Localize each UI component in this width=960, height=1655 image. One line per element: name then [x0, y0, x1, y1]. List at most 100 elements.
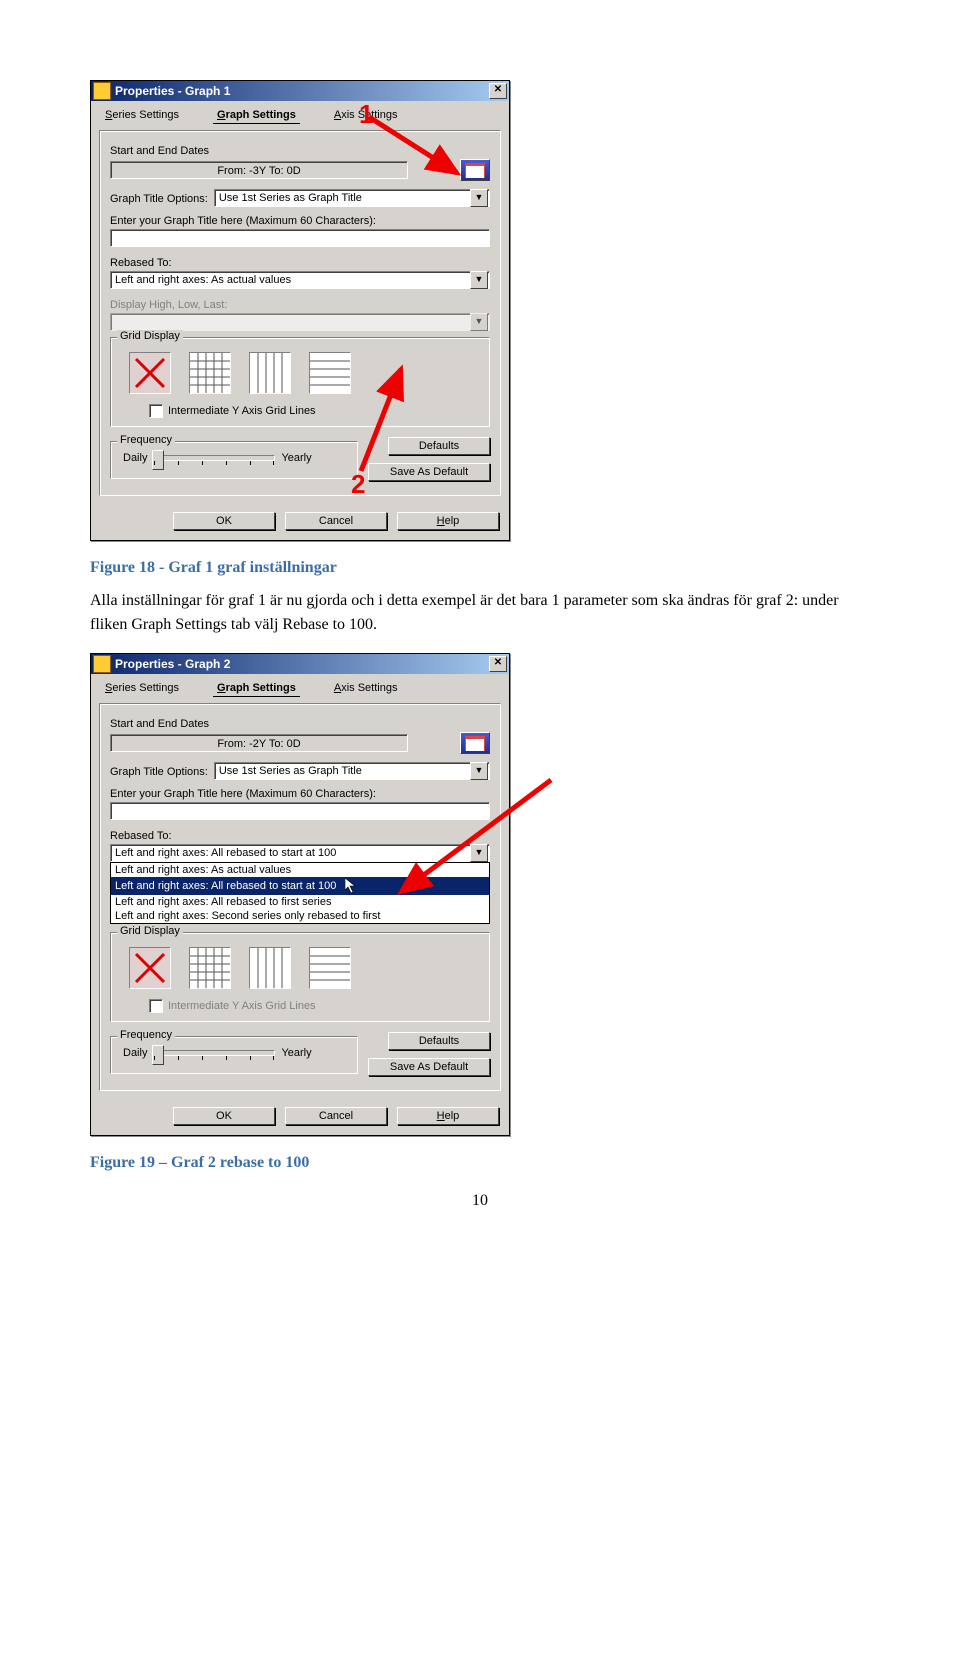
cancel-button[interactable]: Cancel	[285, 512, 387, 530]
figure-19-caption: Figure 19 – Graf 2 rebase to 100	[90, 1154, 870, 1172]
tab-row: Series Settings Graph Settings Axis Sett…	[91, 101, 509, 124]
rebased-option[interactable]: Left and right axes: All rebased to firs…	[111, 895, 489, 909]
freq-right-label: Yearly	[281, 452, 311, 464]
properties-dialog-graph1: Properties - Graph 1 ✕ Series Settings G…	[90, 80, 510, 541]
titlebar[interactable]: Properties - Graph 1 ✕	[91, 81, 509, 101]
tab-graph[interactable]: Graph Settings	[213, 680, 300, 697]
calendar-icon	[465, 736, 485, 751]
grid-display-group: Grid Display	[110, 932, 490, 1022]
ok-button[interactable]: OK	[173, 512, 275, 530]
frequency-label: Frequency	[117, 1029, 175, 1041]
help-button[interactable]: Help	[397, 512, 499, 530]
grid-both-button[interactable]	[189, 352, 231, 394]
checkbox-icon	[149, 999, 163, 1013]
window-title: Properties - Graph 1	[115, 84, 230, 98]
grid-horizontal-button[interactable]	[309, 947, 351, 989]
freq-left-label: Daily	[123, 452, 147, 464]
save-default-button[interactable]: Save As Default	[368, 1058, 490, 1076]
grid-vertical-button[interactable]	[249, 352, 291, 394]
app-icon	[93, 655, 111, 673]
defaults-button[interactable]: Defaults	[388, 1032, 490, 1050]
title-opts-value: Use 1st Series as Graph Title	[219, 189, 362, 207]
rebased-option[interactable]: Left and right axes: As actual values	[111, 863, 489, 877]
frequency-slider[interactable]	[153, 455, 275, 461]
app-icon	[93, 82, 111, 100]
hilo-label: Display High, Low, Last:	[110, 299, 490, 311]
frequency-group: Frequency Daily Yearly	[110, 1036, 358, 1074]
frequency-group: Frequency Daily Yearly	[110, 441, 358, 479]
start-end-label: Start and End Dates	[110, 145, 490, 157]
close-icon[interactable]: ✕	[489, 656, 507, 672]
tab-axis[interactable]: Axis Settings	[330, 680, 402, 697]
settings-panel: Start and End Dates From: -2Y To: 0D Gra…	[99, 703, 501, 1091]
save-default-button[interactable]: Save As Default	[368, 463, 490, 481]
hilo-combo: ▼	[110, 313, 490, 331]
freq-right-label: Yearly	[281, 1047, 311, 1059]
chevron-down-icon: ▼	[470, 762, 488, 780]
date-picker-button[interactable]	[460, 732, 490, 754]
page-number: 10	[90, 1192, 870, 1210]
enter-title-label: Enter your Graph Title here (Maximum 60 …	[110, 788, 490, 800]
chevron-down-icon: ▼	[470, 844, 488, 862]
slider-thumb[interactable]	[152, 1045, 164, 1065]
graph-title-input[interactable]	[110, 229, 490, 247]
tab-series[interactable]: Series Settings	[101, 680, 183, 697]
grid-vertical-button[interactable]	[249, 947, 291, 989]
tab-graph[interactable]: Graph Settings	[213, 107, 300, 124]
start-end-value: From: -3Y To: 0D	[110, 161, 408, 179]
rebased-option[interactable]: Left and right axes: Second series only …	[111, 909, 489, 923]
dialog-footer: OK Cancel Help	[91, 1097, 509, 1135]
rebased-value: Left and right axes: As actual values	[115, 271, 291, 289]
calendar-icon	[465, 163, 485, 178]
grid-display-label: Grid Display	[117, 925, 183, 937]
defaults-button[interactable]: Defaults	[388, 437, 490, 455]
close-icon[interactable]: ✕	[489, 83, 507, 99]
annotation-1: 1	[359, 99, 373, 130]
title-opts-label: Graph Title Options:	[110, 193, 208, 205]
grid-none-button[interactable]	[129, 947, 171, 989]
intermediate-checkbox: Intermediate Y Axis Grid Lines	[119, 993, 481, 1013]
start-end-value: From: -2Y To: 0D	[110, 734, 408, 752]
rebased-option-selected[interactable]: Left and right axes: All rebased to star…	[111, 877, 489, 895]
frequency-label: Frequency	[117, 434, 175, 446]
tab-row: Series Settings Graph Settings Axis Sett…	[91, 674, 509, 697]
settings-panel: Start and End Dates From: -3Y To: 0D Gra…	[99, 130, 501, 496]
slider-thumb[interactable]	[152, 450, 164, 470]
grid-display-group: Grid Display	[110, 337, 490, 427]
freq-left-label: Daily	[123, 1047, 147, 1059]
rebased-label: Rebased To:	[110, 830, 490, 842]
frequency-slider[interactable]	[153, 1050, 275, 1056]
cancel-button[interactable]: Cancel	[285, 1107, 387, 1125]
dialog-footer: OK Cancel Help	[91, 502, 509, 540]
title-opts-label: Graph Title Options:	[110, 766, 208, 778]
graph-title-input[interactable]	[110, 802, 490, 820]
chevron-down-icon: ▼	[470, 271, 488, 289]
title-opts-combo[interactable]: Use 1st Series as Graph Title ▼	[214, 189, 490, 207]
intermediate-checkbox[interactable]: Intermediate Y Axis Grid Lines	[119, 398, 481, 418]
tab-series[interactable]: Series Settings	[101, 107, 183, 124]
cursor-icon	[345, 878, 357, 894]
rebased-combo[interactable]: Left and right axes: All rebased to star…	[110, 844, 490, 862]
grid-horizontal-button[interactable]	[309, 352, 351, 394]
rebased-dropdown[interactable]: Left and right axes: As actual values Le…	[110, 862, 490, 924]
start-end-label: Start and End Dates	[110, 718, 490, 730]
titlebar[interactable]: Properties - Graph 2 ✕	[91, 654, 509, 674]
date-picker-button[interactable]	[460, 159, 490, 181]
window-title: Properties - Graph 2	[115, 657, 230, 671]
figure-18-caption: Figure 18 - Graf 1 graf inställningar	[90, 559, 870, 577]
intermediate-label: Intermediate Y Axis Grid Lines	[168, 1000, 316, 1012]
rebased-label: Rebased To:	[110, 257, 490, 269]
ok-button[interactable]: OK	[173, 1107, 275, 1125]
title-opts-value: Use 1st Series as Graph Title	[219, 762, 362, 780]
title-opts-combo[interactable]: Use 1st Series as Graph Title ▼	[214, 762, 490, 780]
properties-dialog-graph2: Properties - Graph 2 ✕ Series Settings G…	[90, 653, 510, 1136]
rebased-combo[interactable]: Left and right axes: As actual values ▼	[110, 271, 490, 289]
grid-both-button[interactable]	[189, 947, 231, 989]
checkbox-icon	[149, 404, 163, 418]
body-paragraph: Alla inställningar för graf 1 är nu gjor…	[90, 589, 870, 637]
grid-none-button[interactable]	[129, 352, 171, 394]
chevron-down-icon: ▼	[470, 313, 488, 331]
intermediate-label: Intermediate Y Axis Grid Lines	[168, 405, 316, 417]
help-button[interactable]: Help	[397, 1107, 499, 1125]
enter-title-label: Enter your Graph Title here (Maximum 60 …	[110, 215, 490, 227]
